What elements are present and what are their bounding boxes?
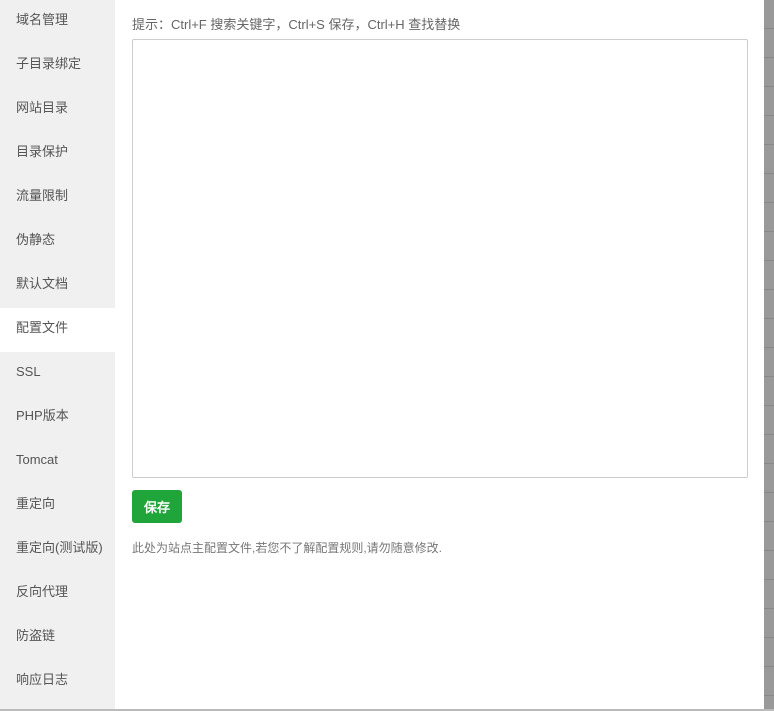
sidebar-item[interactable]: 网站目录 [0,88,115,132]
save-button[interactable]: 保存 [132,490,182,523]
sidebar-item[interactable]: 域名管理 [0,0,115,44]
sidebar-item[interactable]: 防盗链 [0,616,115,660]
sidebar-item[interactable]: PHP版本 [0,396,115,440]
shortcut-hint: 提示：Ctrl+F 搜索关键字，Ctrl+S 保存，Ctrl+H 查找替换 [132,17,461,32]
sidebar-item[interactable]: 默认文档 [0,264,115,308]
config-editor[interactable] [132,39,748,478]
sidebar-item[interactable]: 配置文件 [0,308,115,352]
sidebar-item[interactable]: 响应日志 [0,660,115,704]
sidebar-item[interactable]: 子目录绑定 [0,44,115,88]
sidebar-item[interactable]: 重定向(测试版) [0,528,115,572]
sidebar-item[interactable]: 重定向 [0,484,115,528]
sidebar-item[interactable]: Tomcat [0,440,115,484]
sidebar-item[interactable]: 伪静态 [0,220,115,264]
config-file-panel: 提示：Ctrl+F 搜索关键字，Ctrl+S 保存，Ctrl+H 查找替换 保存… [132,0,748,556]
sidebar-item[interactable]: SSL [0,352,115,396]
sidebar-item[interactable]: 目录保护 [0,132,115,176]
warning-note: 此处为站点主配置文件,若您不了解配置规则,请勿随意修改. [132,541,443,555]
sidebar-item[interactable]: 反向代理 [0,572,115,616]
background-overlay [764,0,774,711]
sidebar-item[interactable]: 流量限制 [0,176,115,220]
settings-sidebar: 域名管理 子目录绑定 网站目录 目录保护 流量限制 伪静态 默认文档 配置文件 SSL PHP版本… [0,0,115,711]
